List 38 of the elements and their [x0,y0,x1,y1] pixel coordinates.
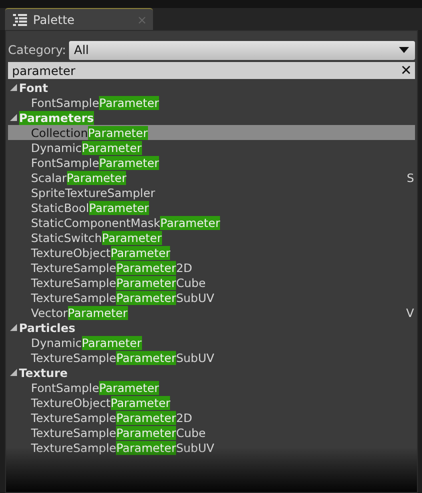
palette-item[interactable]: VectorParameter V [8,305,415,320]
expand-arrow-icon[interactable] [10,84,17,91]
expand-arrow-icon[interactable] [10,114,17,121]
palette-item[interactable]: StaticSwitchParameter [8,230,415,245]
list-icon [13,14,27,26]
palette-item[interactable]: StaticBoolParameter [8,200,415,215]
category-label: Category: [8,43,66,57]
palette-item[interactable]: StaticComponentMaskParameter [8,215,415,230]
caret-icon [399,47,409,53]
column-2-text: S [406,170,415,184]
palette-item[interactable]: ScalarParameter S [8,170,415,185]
palette-item[interactable]: DynamicParameter [8,335,415,350]
column-2-text: V [406,306,415,320]
palette-item[interactable]: SpriteTextureSampler [8,185,415,200]
expand-arrow-icon[interactable] [10,369,17,376]
palette-item[interactable]: TextureObjectParameter [8,245,415,260]
category-header[interactable]: Particles [19,320,76,334]
palette-item[interactable]: TextureSampleParameterSubUV [8,350,415,365]
palette-tab[interactable]: Palette × [5,8,153,30]
category-dropdown[interactable]: All [68,40,415,60]
palette-item[interactable]: FontSampleParameter [8,95,415,110]
palette-item[interactable]: TextureSampleParameter2D [8,260,415,275]
palette-item[interactable]: TextureSampleParameterSubUV [8,290,415,305]
palette-item[interactable]: TextureObjectParameter [8,395,415,410]
tab-title: Palette [33,12,76,26]
clear-button[interactable]: ✕ [400,64,412,78]
category-header[interactable]: Texture [19,366,68,380]
search-field[interactable]: parameter ✕ [8,62,415,79]
palette-item[interactable]: DynamicParameter [8,140,415,155]
palette-item[interactable]: CollectionParameter [8,125,415,140]
palette-item[interactable]: FontSampleParameter [8,380,415,395]
expand-arrow-icon[interactable] [10,324,17,331]
category-header[interactable]: Font [19,80,48,94]
palette-item[interactable]: TextureSampleParameterCube [8,425,415,440]
palette-item[interactable]: FontSampleParameter [8,155,415,170]
palette-item[interactable]: TextureSampleParameterSubUV [8,440,415,455]
palette-item[interactable]: TextureSampleParameterCube [8,275,415,290]
palette-item[interactable]: TextureSampleParameter2D [8,410,415,425]
